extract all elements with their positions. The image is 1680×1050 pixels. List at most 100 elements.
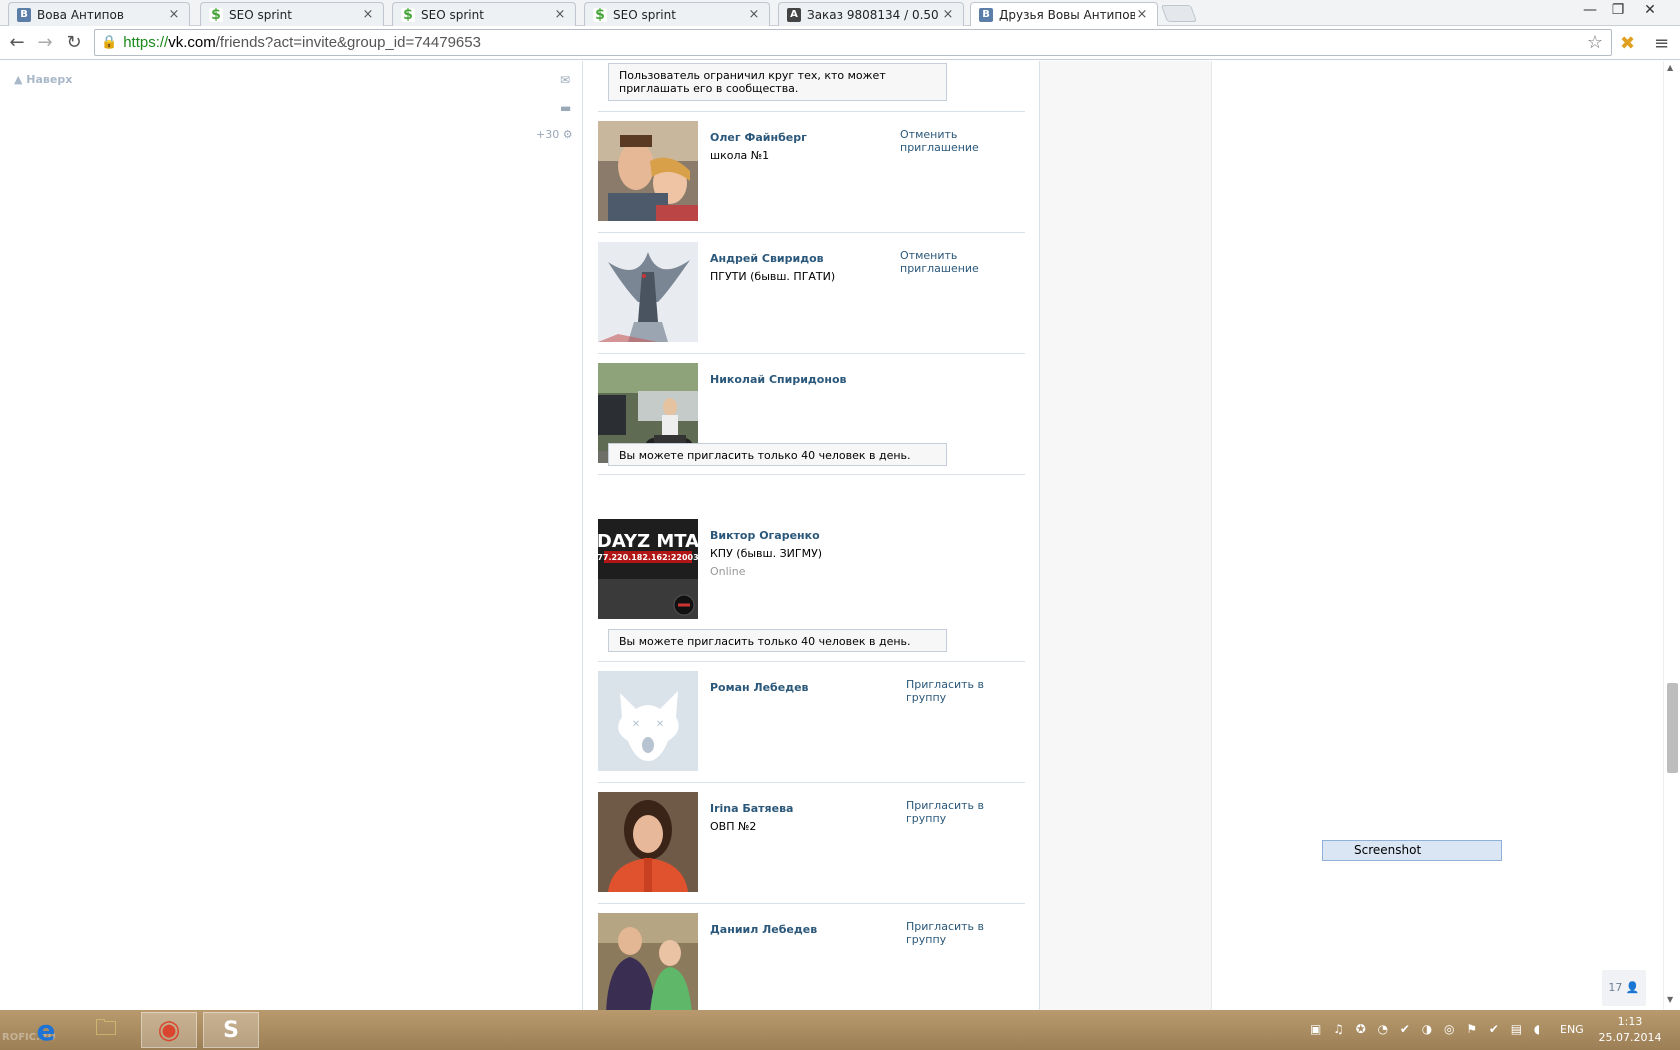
seosprint-icon: $ xyxy=(401,7,415,23)
bookmark-star-icon[interactable]: ☆ xyxy=(1587,32,1603,53)
avatar[interactable]: ✕ ✕ xyxy=(598,671,698,771)
friend-row: DAYZ MTA 77.220.182.162:22003 Виктор Ога… xyxy=(598,519,1025,619)
left-column: ▲ Наверх ✉ ▬ +30 ⚙ xyxy=(0,61,582,1010)
close-icon[interactable]: × xyxy=(941,7,955,22)
avatar[interactable] xyxy=(598,121,698,221)
invite-to-group-link[interactable]: Пригласить в группу xyxy=(906,799,1025,825)
gear-icon[interactable]: ⚙ xyxy=(563,128,573,141)
page-viewport: ▲ Наверх ✉ ▬ +30 ⚙ Пользователь ограничи… xyxy=(0,61,1680,1010)
friend-name[interactable]: Андрей Свиридов xyxy=(710,252,824,265)
system-tray-icons[interactable]: ▣ ♫ ✪ ◔ ✔ ◑ ◎ ⚑ ✔ ▤ ◖ xyxy=(1310,1022,1544,1036)
cancel-invite-link[interactable]: Отменить приглашение xyxy=(900,249,1025,275)
tab-order[interactable]: A Заказ 9808134 / 0.50 у.е. / × xyxy=(778,2,964,26)
comment-icon[interactable]: ▬ xyxy=(560,101,571,115)
tab-title: SEO sprint xyxy=(229,7,292,22)
online-status: Online xyxy=(710,565,746,578)
restore-icon[interactable]: ❐ xyxy=(1604,2,1632,18)
clock-date: 25.07.2014 xyxy=(1598,1031,1662,1044)
extension-icon[interactable]: ✖ xyxy=(1620,33,1635,54)
tab-seo-sprint-1[interactable]: $ SEO sprint × xyxy=(200,2,384,26)
forward-icon[interactable]: → xyxy=(33,32,57,54)
scroll-up-icon[interactable]: ▲ xyxy=(1667,63,1673,72)
to-top-link[interactable]: ▲ Наверх xyxy=(14,73,72,86)
friend-name[interactable]: Виктор Огаренко xyxy=(710,529,820,542)
close-icon[interactable]: × xyxy=(553,7,567,22)
divider xyxy=(598,661,1025,662)
notification-counter[interactable]: +30 ⚙ xyxy=(536,128,573,141)
clock-time: 1:13 xyxy=(1617,1015,1643,1028)
avatar-ip-text: 77.220.182.162:22003 xyxy=(598,553,698,562)
tab-title: Заказ 9808134 / 0.50 у.е. / xyxy=(807,7,941,22)
online-friends-counter[interactable]: 17 👤 xyxy=(1602,970,1646,1006)
menu-icon[interactable]: ≡ xyxy=(1654,33,1669,54)
scrollbar-thumb[interactable] xyxy=(1667,683,1678,773)
friend-name[interactable]: Irina Батяева xyxy=(710,802,793,815)
back-icon[interactable]: ← xyxy=(5,32,29,54)
vk-icon: B xyxy=(17,7,31,22)
tab-friends-active[interactable]: B Друзья Вовы Антипова | × xyxy=(970,2,1158,26)
divider xyxy=(598,903,1025,904)
divider xyxy=(598,782,1025,783)
url-text: https://vk.com/friends?act=invite&group_… xyxy=(123,34,481,51)
scrollbar[interactable]: ▲ ▼ xyxy=(1663,61,1680,1010)
invite-limit-notice: Вы можете пригласить только 40 человек в… xyxy=(608,629,947,652)
vk-icon: B xyxy=(979,7,993,22)
skype-icon[interactable]: S xyxy=(203,1012,259,1048)
seosprint-icon: $ xyxy=(209,7,223,23)
tab-title: Друзья Вовы Антипова | xyxy=(999,7,1135,22)
divider xyxy=(598,474,1025,475)
invite-to-group-link[interactable]: Пригласить в группу xyxy=(906,920,1025,946)
close-icon[interactable]: × xyxy=(747,7,761,22)
restriction-notice: Пользователь ограничил круг тех, кто мож… xyxy=(608,63,947,101)
tab-vova-antipov[interactable]: B Вова Антипов × xyxy=(8,2,190,26)
friend-row: Андрей Свиридов ПГУТИ (бывш. ПГАТИ) Отме… xyxy=(598,242,1025,342)
avatar[interactable] xyxy=(598,242,698,342)
friend-name[interactable]: Олег Файнберг xyxy=(710,131,807,144)
cancel-invite-link[interactable]: Отменить приглашение xyxy=(900,128,1025,154)
friend-university: КПУ (бывш. ЗИГМУ) xyxy=(710,547,823,560)
friend-school: ОВП №2 xyxy=(710,820,757,833)
tab-title: Вова Антипов xyxy=(37,7,124,22)
tab-title: SEO sprint xyxy=(613,7,676,22)
taskbar: ROFIC.RU e 🗀 ◉ S ▣ ♫ ✪ ◔ ✔ ◑ ◎ ⚑ ✔ ▤ ◖ E… xyxy=(0,1010,1680,1050)
close-icon[interactable]: × xyxy=(1135,7,1149,22)
friend-row: Даниил Лебедев Пригласить в группу xyxy=(598,913,1025,1010)
close-icon[interactable]: × xyxy=(167,7,181,22)
reload-icon[interactable]: ↻ xyxy=(62,32,86,54)
new-tab-button[interactable] xyxy=(1160,5,1198,22)
address-bar[interactable]: 🔒 https://vk.com/friends?act=invite&grou… xyxy=(94,29,1612,56)
close-icon[interactable]: × xyxy=(361,7,375,22)
advego-icon: A xyxy=(787,7,801,22)
invite-to-group-link[interactable]: Пригласить в группу xyxy=(906,678,1025,704)
avatar[interactable] xyxy=(598,913,698,1010)
divider xyxy=(598,111,1025,112)
svg-text:✕: ✕ xyxy=(632,719,640,730)
file-explorer-icon[interactable]: 🗀 xyxy=(78,1012,134,1048)
right-sidebar xyxy=(1040,61,1212,1010)
tab-strip: B Вова Антипов × $ SEO sprint × $ SEO sp… xyxy=(0,0,1680,26)
scroll-down-icon[interactable]: ▼ xyxy=(1667,995,1673,1004)
friend-row: Irina Батяева ОВП №2 Пригласить в группу xyxy=(598,792,1025,892)
clock[interactable]: 1:13 25.07.2014 xyxy=(1598,1014,1662,1046)
minimize-icon[interactable]: — xyxy=(1576,2,1604,18)
friend-name[interactable]: Даниил Лебедев xyxy=(710,923,817,936)
friend-row: ✕ ✕ Роман Лебедев Пригласить в группу xyxy=(598,671,1025,771)
friend-name[interactable]: Роман Лебедев xyxy=(710,681,809,694)
internet-explorer-icon[interactable]: e xyxy=(18,1012,74,1048)
tab-seo-sprint-3[interactable]: $ SEO sprint × xyxy=(584,2,770,26)
friend-university: ПГУТИ (бывш. ПГАТИ) xyxy=(710,270,836,283)
chrome-icon[interactable]: ◉ xyxy=(141,1012,197,1048)
avatar[interactable] xyxy=(598,792,698,892)
friends-list: Пользователь ограничил круг тех, кто мож… xyxy=(582,61,1040,1010)
svg-text:✕: ✕ xyxy=(656,719,664,730)
window-close-icon[interactable]: ✕ xyxy=(1636,2,1664,18)
friend-school: школа №1 xyxy=(710,149,770,162)
tab-seo-sprint-2[interactable]: $ SEO sprint × xyxy=(392,2,576,26)
friend-name[interactable]: Николай Спиридонов xyxy=(710,373,846,386)
avatar[interactable]: DAYZ MTA 77.220.182.162:22003 xyxy=(598,519,698,619)
screenshot-label[interactable]: Screenshot xyxy=(1322,840,1502,861)
divider xyxy=(598,232,1025,233)
lock-icon: 🔒 xyxy=(101,35,118,50)
language-indicator[interactable]: ENG xyxy=(1560,1023,1584,1036)
mail-icon[interactable]: ✉ xyxy=(560,73,570,87)
